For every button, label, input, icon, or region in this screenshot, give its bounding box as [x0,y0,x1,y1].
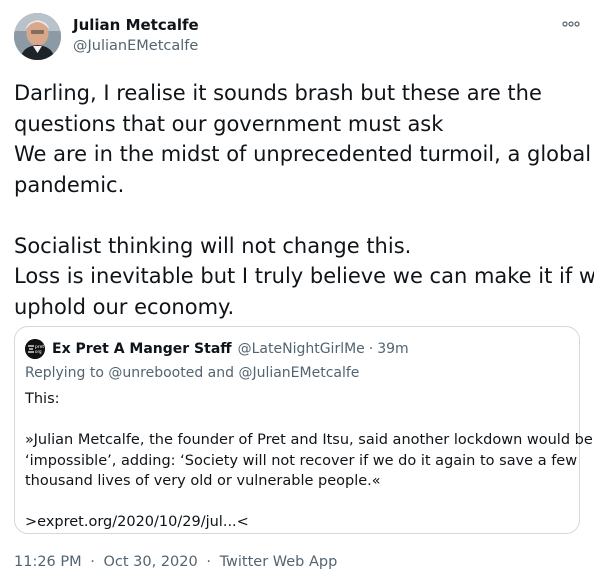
tweet-text-line: pandemic. [14,172,125,197]
svg-text:org: org [35,349,42,354]
author-handle[interactable]: @JulianEMetcalfe [73,36,198,56]
tweet-text-line: uphold our economy. [14,294,235,319]
quoted-author-avatar[interactable]: pret org [25,339,45,359]
quoted-tweet-text: This: »Julian Metcalfe, the founder of P… [25,389,593,533]
separator-dot: · [90,554,95,570]
more-dots-icon [562,21,580,27]
pret-logo-icon: pret org [25,339,45,359]
author-avatar[interactable] [14,13,61,60]
author-photo [14,13,61,60]
tweet-text-line: Loss is inevitable but I truly believe w… [14,264,594,288]
quoted-author-name[interactable]: Ex Pret A Manger Staff [52,341,232,357]
tweet-card: Julian Metcalfe @JulianEMetcalfe Darling… [0,0,594,579]
tweet-text-line: Socialist thinking will not change this. [14,233,412,258]
quoted-author-handle[interactable]: @LateNightGirlMe [238,341,365,357]
quoted-text-line: ‘impossible’, adding: ‘Society will not … [25,452,578,469]
more-options-icon[interactable] [556,13,586,35]
tweet-date[interactable]: Oct 30, 2020 [103,554,197,570]
tweet-time[interactable]: 11:26 PM [14,554,82,570]
quoted-timestamp[interactable]: 39m [377,341,408,357]
tweet-text-line: Darling, I realise it sounds brash but t… [14,81,542,105]
tweet-source[interactable]: Twitter Web App [220,554,338,570]
tweet-text: Darling, I realise it sounds brash but t… [14,78,594,322]
quoted-text-link-line: >expret.org/2020/10/29/jul...< [25,514,249,530]
tweet-metadata: 11:26 PM · Oct 30, 2020 · Twitter Web Ap… [14,552,337,572]
quoted-text-blank-line [25,410,565,431]
tweet-text-line: We are in the midst of unprecedented tur… [14,142,592,166]
quoted-text-line: This: [25,391,60,407]
quoted-text-blank-line [25,492,565,513]
separator-dot: · [368,341,374,357]
quoted-tweet[interactable]: pret org Ex Pret A Manger Staff @LateNig… [14,326,593,534]
separator-dot: · [206,554,211,570]
reply-prefix: Replying to [25,365,104,381]
tweet-text-line: questions that our government must ask [14,111,444,136]
author-name[interactable]: Julian Metcalfe [73,15,199,35]
reply-mentions[interactable]: @unrebooted and @JulianEMetcalfe [108,365,359,381]
quoted-text-line: thousand lives of very old or vulnerable… [25,473,381,489]
quoted-reply-context: Replying to @unrebooted and @JulianEMetc… [25,363,359,383]
quoted-tweet-header: pret org Ex Pret A Manger Staff @LateNig… [25,339,409,359]
quoted-text-line: »Julian Metcalfe, the founder of Pret an… [25,432,593,448]
